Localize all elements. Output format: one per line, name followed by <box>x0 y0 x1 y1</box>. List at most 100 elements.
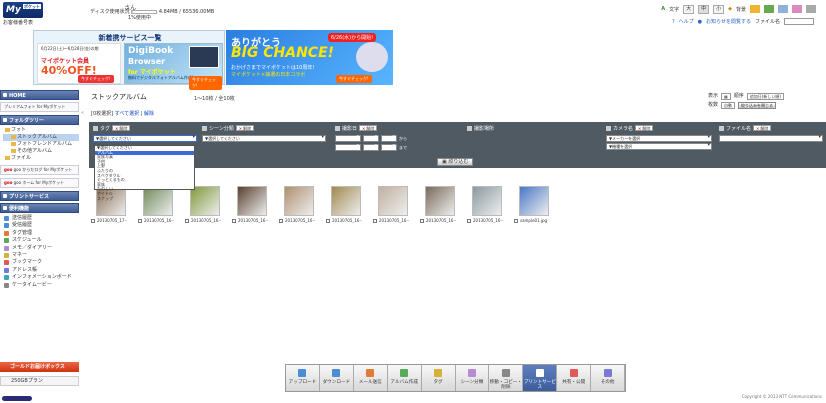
photo-item[interactable]: sample01.jpg <box>514 186 550 226</box>
toolbar-button[interactable]: プリントサービス <box>523 365 558 391</box>
photo-item[interactable]: 20130705_16·· <box>467 186 503 226</box>
photo-item[interactable]: 20130705_16·· <box>232 186 268 226</box>
maker-select[interactable]: ▼メーカーを選択 <box>606 135 712 142</box>
photo-checkbox[interactable] <box>326 219 330 223</box>
promo-banner-digibook[interactable]: DigiBook Browser for マイポケット 無料でデジタルフォトアル… <box>124 43 223 90</box>
help-link[interactable]: ヘルプ <box>679 18 694 25</box>
clear-selection-link[interactable]: 解除 <box>144 111 154 117</box>
home-button[interactable]: HOME <box>0 90 79 100</box>
scene-clear-button[interactable]: 解除 <box>235 125 255 131</box>
tool-item[interactable]: ブックマーク <box>3 259 79 266</box>
tool-item[interactable]: 受信履歴 <box>3 222 79 229</box>
file-search-input[interactable] <box>783 18 814 25</box>
goo-karada-log-link[interactable]: goo goo からだログ for Myポケット <box>0 165 79 175</box>
tools-header[interactable]: 便利機能 <box>0 203 79 213</box>
toolbar-button[interactable]: ダウンロード <box>319 365 354 391</box>
photo-checkbox[interactable] <box>279 219 283 223</box>
photo-item[interactable]: 20130705_16·· <box>326 186 362 226</box>
folder-item[interactable]: フォト <box>3 127 79 134</box>
big-chance-banner[interactable]: ありがとう BIG CHANCE! おかげさまでマイポケットは10周年! マイポ… <box>226 30 393 85</box>
date-from-year[interactable]: ----年 <box>335 135 361 142</box>
photo-checkbox[interactable] <box>420 219 424 223</box>
font-size-large[interactable]: 大 <box>683 4 695 14</box>
premium-photo-link[interactable]: プレミアムフォト for Myポケット <box>0 102 79 112</box>
photo-thumbnail[interactable] <box>519 186 549 216</box>
toolbar-button[interactable]: その他 <box>591 365 626 391</box>
tag-select[interactable]: ▼選択してください <box>93 135 197 142</box>
font-size-medium[interactable]: 中 <box>698 4 710 14</box>
model-select[interactable]: ▼機種を選択 <box>606 143 712 150</box>
date-to-year[interactable]: ----年 <box>335 144 361 151</box>
toolbar-button[interactable]: 移動・コピー・削除 <box>489 365 524 391</box>
folder-item[interactable]: フォトフレンドアルバム <box>3 141 79 148</box>
toolbar-button[interactable]: 共有・公開 <box>557 365 592 391</box>
scene-filter: シーン分類解除 ▼選択してください <box>202 124 326 166</box>
mypocket-logo[interactable]: My ポケット <box>3 2 43 18</box>
photo-thumbnail[interactable] <box>472 186 502 216</box>
tool-item[interactable]: ケータイムービー <box>3 282 79 289</box>
date-to-day[interactable]: --日 <box>381 144 397 151</box>
toolbar-button[interactable]: タグ <box>421 365 456 391</box>
promo-b-check-button[interactable]: 今すぐチェック! <box>189 76 222 90</box>
tag-clear-button[interactable]: 解除 <box>112 125 131 131</box>
photo-item[interactable]: 20130705_16·· <box>279 186 315 226</box>
photo-thumbnail[interactable] <box>378 186 408 216</box>
narrow-down-button[interactable]: ▣ 絞り込む <box>437 158 474 166</box>
theme-swatch-3[interactable] <box>778 5 788 13</box>
theme-swatch-5[interactable] <box>806 5 816 13</box>
photo-checkbox[interactable] <box>91 219 95 223</box>
photo-checkbox[interactable] <box>514 219 518 223</box>
tag-option[interactable]: スナップ <box>95 196 194 202</box>
tool-item[interactable]: インフォメーションボード <box>3 274 79 281</box>
photo-checkbox[interactable] <box>232 219 236 223</box>
date-from-month[interactable]: --月 <box>363 135 379 142</box>
folder-tree-header[interactable]: フォルダツリー <box>0 115 79 125</box>
photo-thumbnail[interactable] <box>190 186 220 216</box>
folder-item[interactable]: ストックアルバム <box>3 134 79 141</box>
per-page-select[interactable]: 自動 <box>721 102 736 109</box>
order-select[interactable]: 追加日(新しい順) <box>746 93 784 100</box>
grid-view-toggle[interactable]: ▦ <box>721 93 731 100</box>
big-banner-check-button[interactable]: 今すぐチェック! <box>336 75 372 83</box>
photo-checkbox[interactable] <box>185 219 189 223</box>
photo-item[interactable]: 20130705_16·· <box>420 186 456 226</box>
photo-thumbnail[interactable] <box>284 186 314 216</box>
tool-item[interactable]: スケジュール <box>3 237 79 244</box>
date-clear-button[interactable]: 解除 <box>359 125 378 131</box>
promo-banner-discount[interactable]: 6月22日(土)〜6月28日(金)の期 マイポケット会員 40%OFF! 今すぐ… <box>37 43 121 84</box>
theme-swatch-4[interactable] <box>792 5 802 13</box>
folder-item[interactable]: ファイル <box>3 155 79 162</box>
gold-box-button[interactable]: ゴールドお届けボックス <box>0 362 79 372</box>
filename-clear-button[interactable]: 解除 <box>753 125 772 131</box>
date-to-month[interactable]: --月 <box>363 144 379 151</box>
date-from-day[interactable]: --日 <box>381 135 397 142</box>
font-size-small[interactable]: 小 <box>713 4 725 14</box>
theme-swatch-2[interactable] <box>764 5 774 13</box>
print-service-button[interactable]: プリントサービス <box>0 191 79 201</box>
scene-select[interactable]: ▼選択してください <box>202 135 326 142</box>
camera-clear-button[interactable]: 解除 <box>635 125 654 131</box>
photo-thumbnail[interactable] <box>237 186 267 216</box>
toolbar-button[interactable]: アルバム作成 <box>387 365 422 391</box>
promo-a-check-button[interactable]: 今すぐチェック! <box>78 75 114 83</box>
theme-swatch-1[interactable] <box>750 5 760 13</box>
toolbar-button[interactable]: メール送信 <box>353 365 388 391</box>
photo-item[interactable]: 20130705_16·· <box>373 186 409 226</box>
filename-input[interactable] <box>719 135 823 142</box>
goo-home-link[interactable]: goo goo ホーム for Myポケット <box>0 178 79 188</box>
close-filter-button[interactable]: 絞り込みを閉じる <box>738 102 777 109</box>
tool-item[interactable]: メモ／ダイアリー <box>3 245 79 252</box>
plan-badge[interactable]: 250GBプラン <box>0 376 79 386</box>
photo-checkbox[interactable] <box>373 219 377 223</box>
folder-item[interactable]: その他アルバム <box>3 148 79 155</box>
photo-thumbnail[interactable] <box>331 186 361 216</box>
collapse-sidebar-icon[interactable]: « <box>81 110 84 116</box>
news-link[interactable]: お知らせを閲覧する <box>706 18 751 25</box>
photo-caption: 20130705_16·· <box>473 218 503 223</box>
toolbar-button[interactable]: シーン分類 <box>455 365 490 391</box>
photo-checkbox[interactable] <box>138 219 142 223</box>
toolbar-button[interactable]: アップロード <box>286 365 320 391</box>
photo-thumbnail[interactable] <box>425 186 455 216</box>
select-all-link[interactable]: すべて選択 <box>115 111 139 117</box>
photo-checkbox[interactable] <box>467 219 471 223</box>
